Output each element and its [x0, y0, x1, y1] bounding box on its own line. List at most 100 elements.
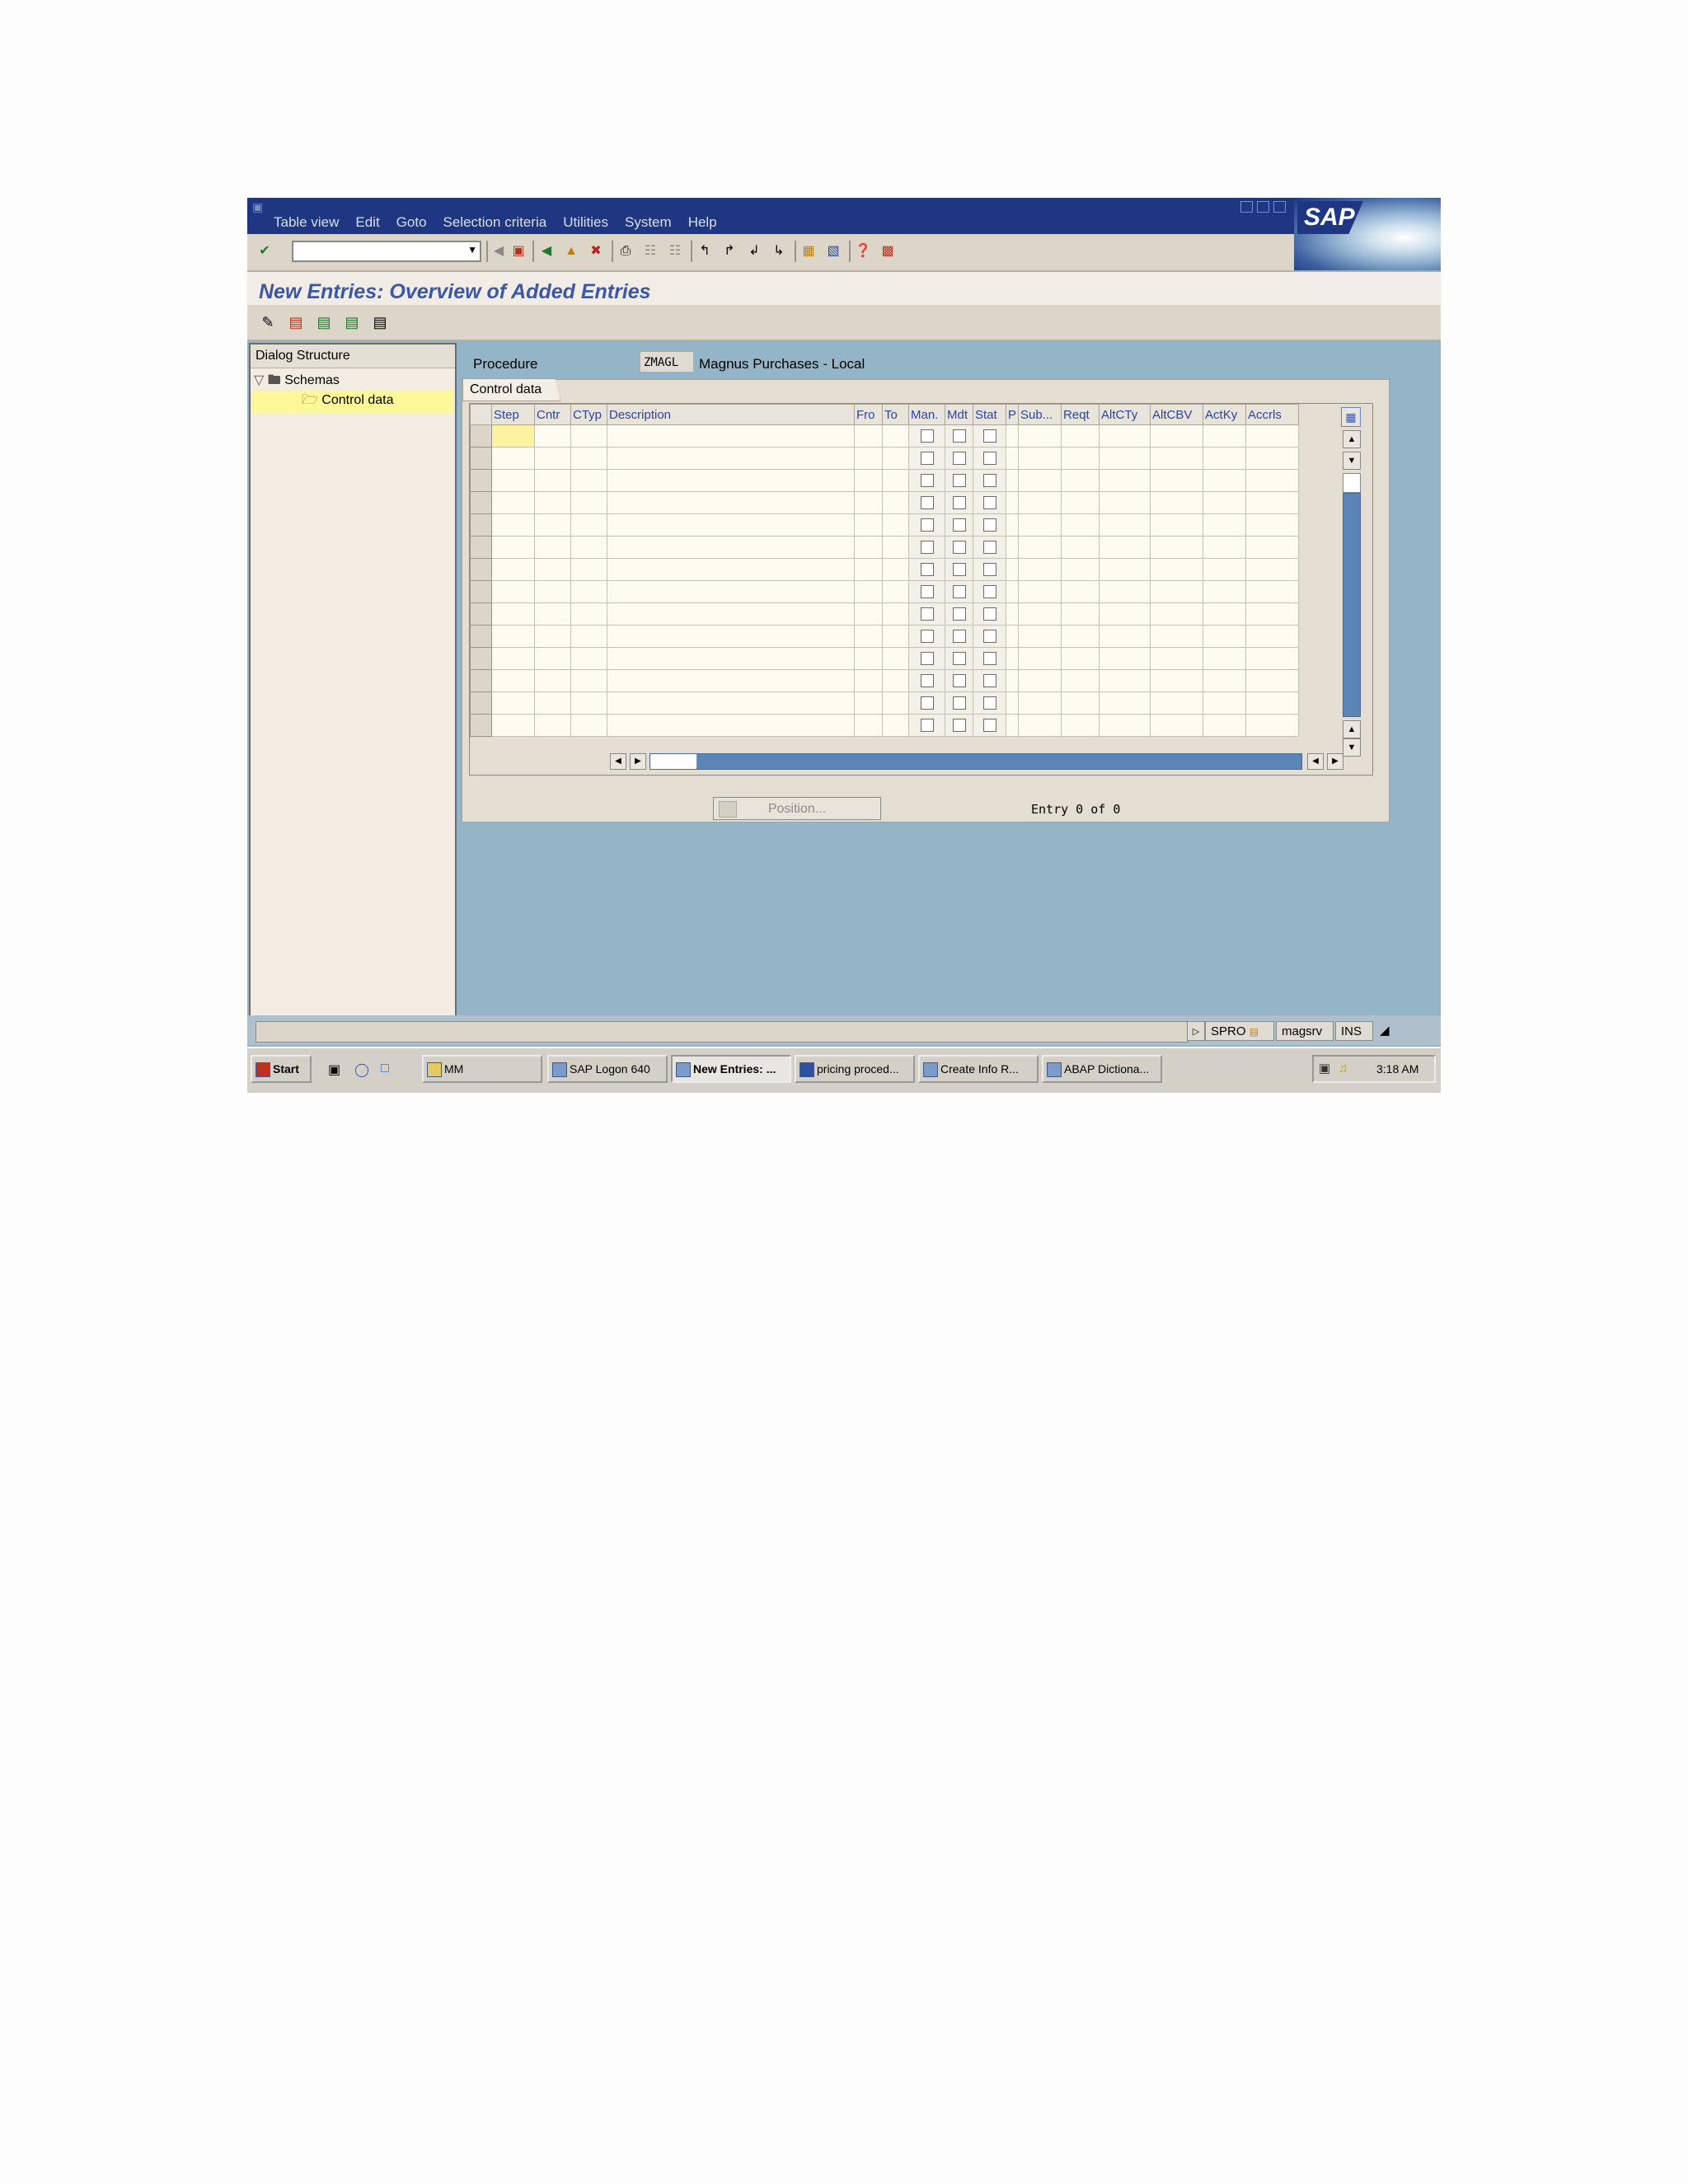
- input-cell[interactable]: [570, 625, 607, 648]
- input-cell[interactable]: [1061, 691, 1100, 715]
- input-cell[interactable]: [1018, 580, 1062, 603]
- input-cell[interactable]: [882, 602, 909, 626]
- checkbox[interactable]: [920, 696, 934, 710]
- input-cell[interactable]: [882, 691, 909, 715]
- input-cell[interactable]: [1150, 714, 1204, 737]
- command-history-icon[interactable]: ▼: [467, 244, 477, 255]
- horizontal-scrollbar[interactable]: ◀ ▶ ◀ ▶: [610, 753, 1368, 770]
- input-cell[interactable]: [1099, 558, 1151, 581]
- input-cell[interactable]: [1150, 558, 1204, 581]
- row-selector[interactable]: [470, 558, 492, 581]
- input-cell[interactable]: [882, 424, 909, 448]
- input-cell[interactable]: [570, 602, 607, 626]
- input-cell[interactable]: [607, 491, 855, 514]
- input-cell[interactable]: [1005, 714, 1020, 737]
- input-cell[interactable]: [854, 647, 883, 670]
- input-cell[interactable]: [491, 625, 535, 648]
- column-header-fro[interactable]: Fro: [854, 404, 883, 425]
- back-icon[interactable]: ◀: [537, 242, 556, 260]
- column-header-accrls[interactable]: Accrls: [1245, 404, 1300, 425]
- position-button[interactable]: Position...: [713, 797, 881, 820]
- checkbox-cell[interactable]: [973, 580, 1006, 603]
- table-settings-icon[interactable]: ▦: [1341, 407, 1361, 427]
- input-cell[interactable]: [534, 647, 571, 670]
- input-cell[interactable]: [1099, 625, 1151, 648]
- checkbox[interactable]: [952, 696, 966, 710]
- input-cell[interactable]: [1203, 469, 1247, 492]
- checkbox-cell[interactable]: [973, 602, 1006, 626]
- input-cell[interactable]: [1245, 714, 1300, 737]
- scroll-thumb[interactable]: [1343, 473, 1361, 493]
- input-cell[interactable]: [882, 447, 909, 470]
- exit-icon[interactable]: ▲: [562, 242, 580, 260]
- task-new-entries[interactable]: New Entries: ...: [671, 1055, 791, 1083]
- select-block-icon[interactable]: ▤: [341, 312, 363, 333]
- system-info-icon[interactable]: ▤: [1250, 1026, 1259, 1038]
- checkbox[interactable]: [982, 651, 996, 665]
- checkbox-cell[interactable]: [973, 691, 1006, 715]
- input-cell[interactable]: [1099, 714, 1151, 737]
- input-cell[interactable]: [1005, 536, 1020, 559]
- input-cell[interactable]: [1150, 625, 1204, 648]
- input-cell[interactable]: [854, 691, 883, 715]
- input-cell[interactable]: [1099, 513, 1151, 537]
- input-cell[interactable]: [1150, 691, 1204, 715]
- command-field[interactable]: ▼: [292, 241, 481, 262]
- input-cell[interactable]: [1203, 447, 1247, 470]
- input-cell[interactable]: [854, 558, 883, 581]
- input-cell[interactable]: [1150, 602, 1204, 626]
- input-cell[interactable]: [607, 580, 855, 603]
- row-selector-header[interactable]: [470, 404, 492, 425]
- input-cell[interactable]: [1005, 424, 1020, 448]
- input-cell[interactable]: [1203, 625, 1247, 648]
- input-cell[interactable]: [854, 714, 883, 737]
- delete-icon[interactable]: ▤: [285, 312, 307, 333]
- input-cell[interactable]: [1018, 714, 1062, 737]
- input-cell[interactable]: [607, 669, 855, 692]
- input-cell[interactable]: [882, 647, 909, 670]
- input-cell[interactable]: [1005, 469, 1020, 492]
- input-cell[interactable]: [534, 424, 571, 448]
- row-selector[interactable]: [470, 714, 492, 737]
- input-cell[interactable]: [491, 691, 535, 715]
- checkbox-cell[interactable]: [908, 536, 945, 559]
- input-cell[interactable]: [491, 580, 535, 603]
- scroll-track[interactable]: [649, 753, 1302, 770]
- column-header-to[interactable]: To: [882, 404, 909, 425]
- row-selector[interactable]: [470, 602, 492, 626]
- checkbox-cell[interactable]: [945, 647, 973, 670]
- checkbox[interactable]: [982, 429, 996, 443]
- input-cell[interactable]: [1018, 424, 1062, 448]
- input-cell[interactable]: [1203, 602, 1247, 626]
- input-cell[interactable]: [1061, 669, 1100, 692]
- checkbox[interactable]: [982, 451, 996, 465]
- checkbox-cell[interactable]: [945, 714, 973, 737]
- find-next-icon[interactable]: ☷: [666, 242, 684, 260]
- resize-grip-icon[interactable]: ◢: [1375, 1021, 1424, 1041]
- expand-triangle-icon[interactable]: ▽: [254, 373, 264, 387]
- column-header-actky[interactable]: ActKy: [1203, 404, 1247, 425]
- input-cell[interactable]: [1245, 647, 1300, 670]
- checkbox[interactable]: [952, 495, 966, 509]
- checkbox[interactable]: [920, 651, 934, 665]
- input-cell[interactable]: [854, 469, 883, 492]
- input-cell[interactable]: [882, 491, 909, 514]
- input-cell[interactable]: [1203, 491, 1247, 514]
- checkbox[interactable]: [952, 651, 966, 665]
- previous-page-icon[interactable]: ↱: [720, 242, 738, 260]
- input-cell[interactable]: [1245, 447, 1300, 470]
- select-all-icon[interactable]: ▤: [313, 312, 335, 333]
- find-icon[interactable]: ☷: [641, 242, 659, 260]
- sound-icon[interactable]: ♫: [1339, 1057, 1348, 1081]
- input-cell[interactable]: [1245, 558, 1300, 581]
- input-cell[interactable]: [534, 558, 571, 581]
- checkbox-cell[interactable]: [973, 447, 1006, 470]
- input-cell[interactable]: [570, 513, 607, 537]
- first-page-icon[interactable]: ↰: [696, 242, 714, 260]
- input-cell[interactable]: [491, 647, 535, 670]
- input-cell[interactable]: [570, 580, 607, 603]
- input-cell[interactable]: [570, 447, 607, 470]
- checkbox-cell[interactable]: [908, 469, 945, 492]
- input-cell[interactable]: [491, 669, 535, 692]
- input-cell[interactable]: [1018, 602, 1062, 626]
